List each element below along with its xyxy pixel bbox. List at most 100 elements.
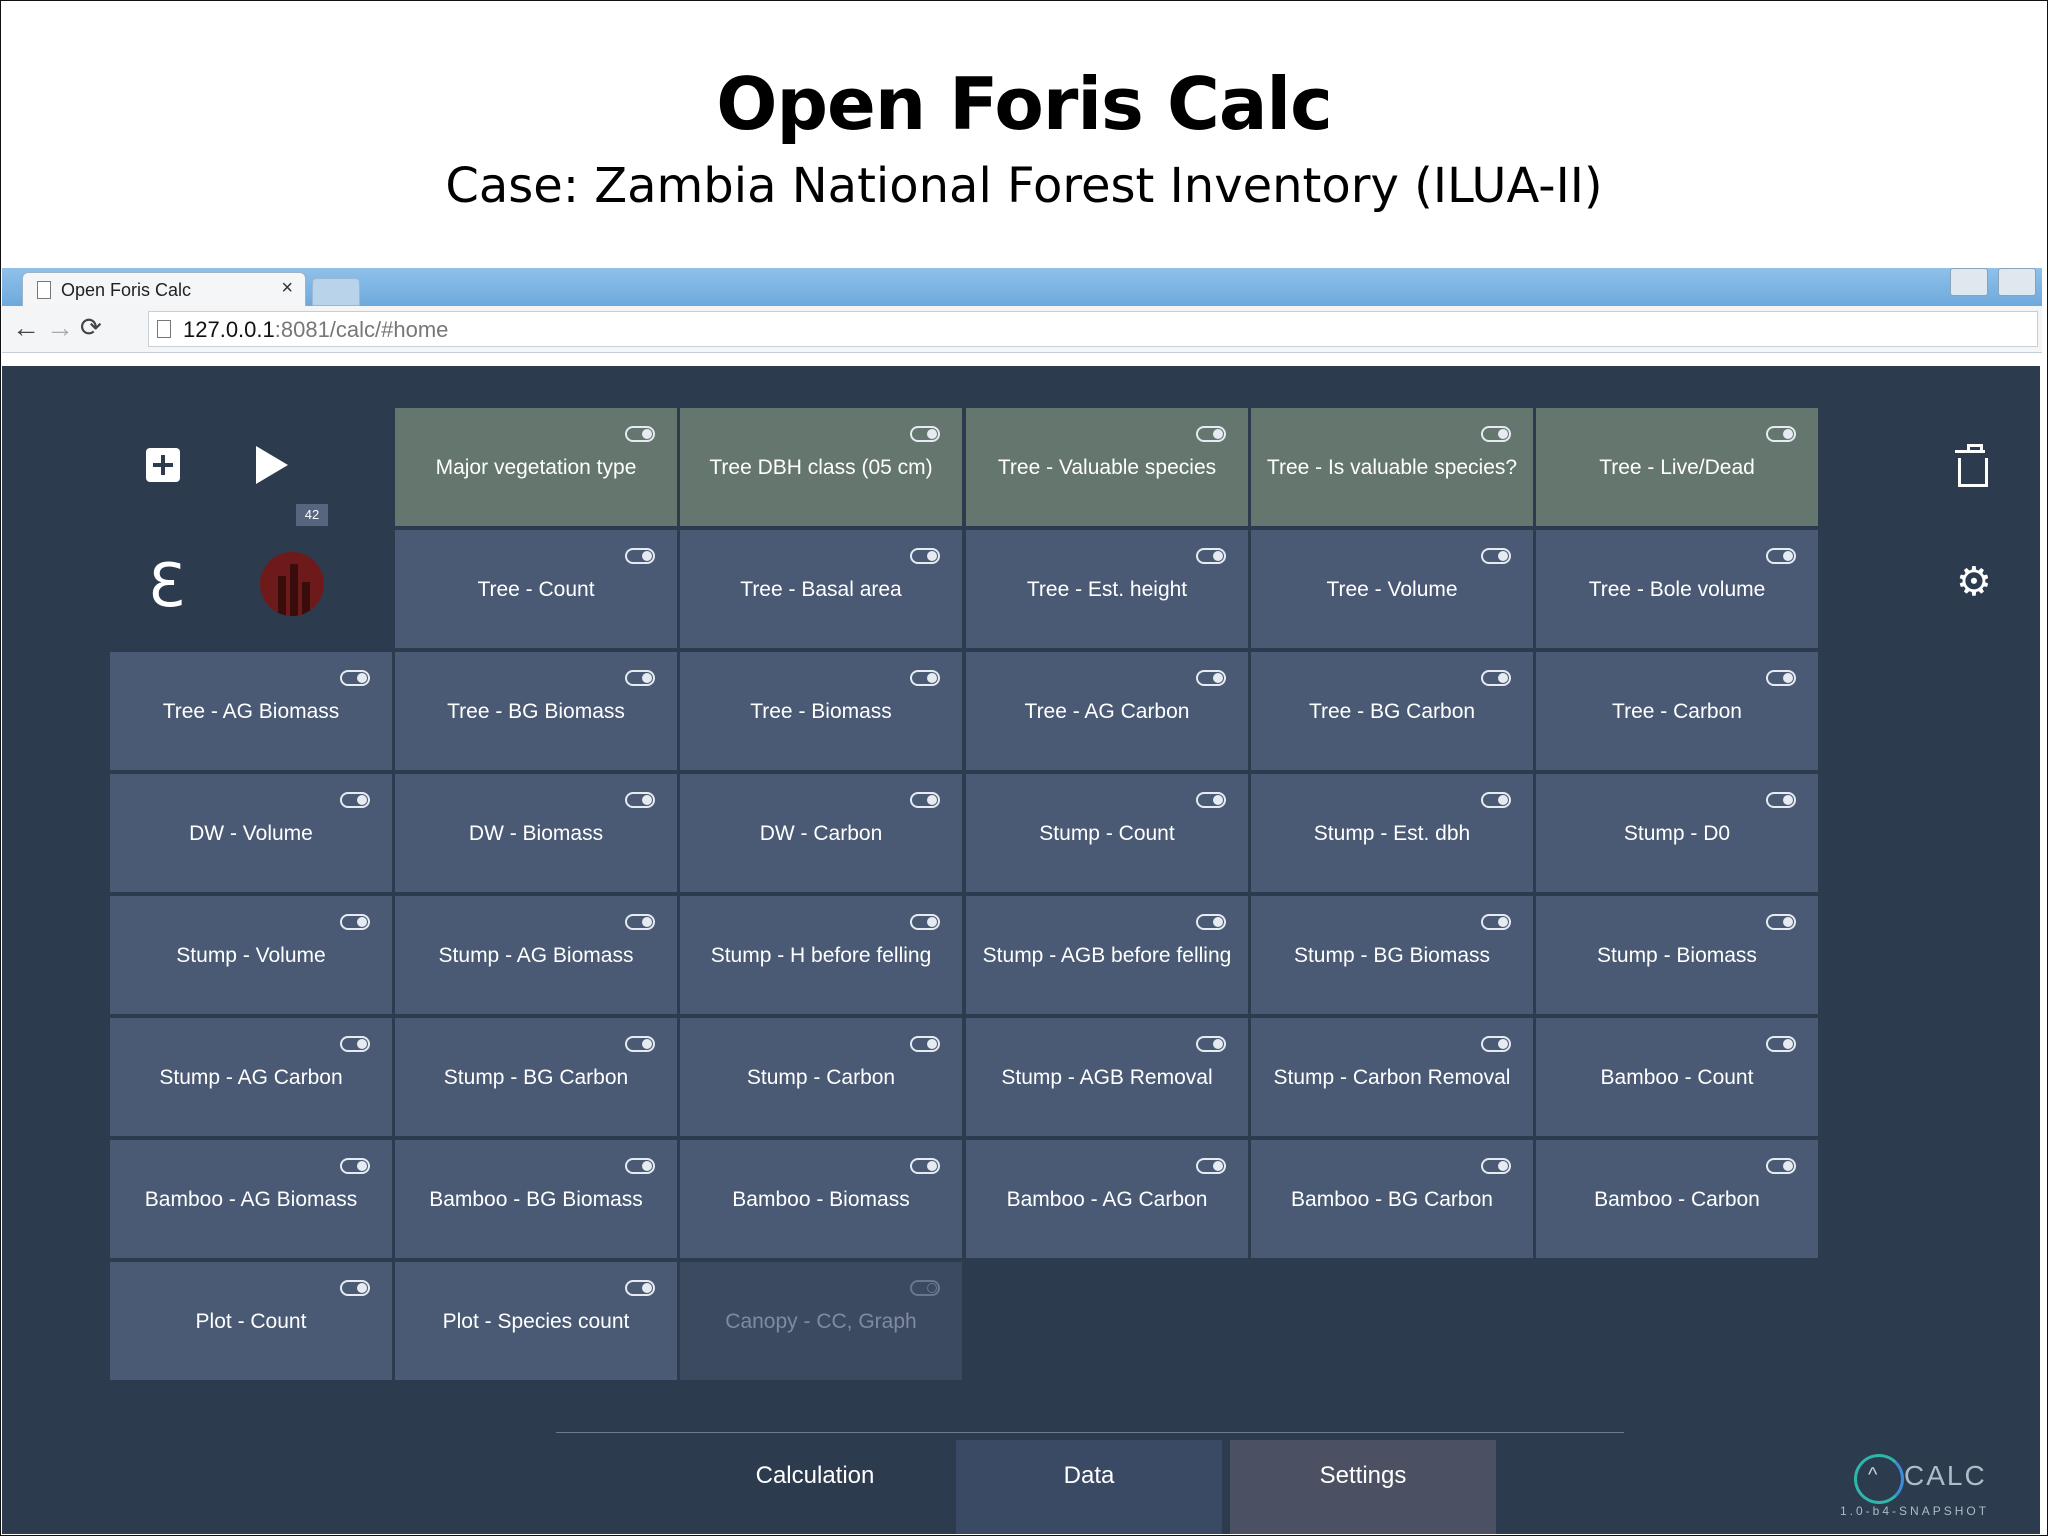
module-tile[interactable]: Bamboo - Count [1536, 1018, 1818, 1136]
toggle-icon[interactable] [1481, 1036, 1511, 1052]
module-tile[interactable]: Tree - AG Biomass [110, 652, 392, 770]
module-tile[interactable]: Stump - Count [966, 774, 1248, 892]
tab-data[interactable]: Data [956, 1440, 1222, 1534]
module-tile[interactable]: Bamboo - Biomass [680, 1140, 962, 1258]
module-tile[interactable]: Tree - Biomass [680, 652, 962, 770]
plus-icon[interactable] [146, 448, 180, 482]
new-tab-button[interactable] [312, 278, 360, 306]
toggle-icon[interactable] [625, 792, 655, 808]
module-tile[interactable]: Stump - AGB Removal [966, 1018, 1248, 1136]
module-tile[interactable]: Canopy - CC, Graph [680, 1262, 962, 1380]
module-tile[interactable]: Tree - BG Carbon [1251, 652, 1533, 770]
module-tile[interactable]: Stump - AGB before felling [966, 896, 1248, 1014]
tab-calculation[interactable]: Calculation [682, 1440, 948, 1534]
toggle-icon[interactable] [340, 792, 370, 808]
module-tile[interactable]: Bamboo - BG Carbon [1251, 1140, 1533, 1258]
toggle-icon[interactable] [625, 914, 655, 930]
reload-icon[interactable]: ⟳ [80, 312, 102, 343]
toggle-icon[interactable] [1481, 426, 1511, 442]
toggle-icon[interactable] [625, 426, 655, 442]
toggle-icon[interactable] [910, 548, 940, 564]
module-tile[interactable]: Plot - Species count [395, 1262, 677, 1380]
toggle-icon[interactable] [1766, 792, 1796, 808]
module-tile[interactable]: Stump - Carbon [680, 1018, 962, 1136]
toggle-icon[interactable] [1481, 548, 1511, 564]
toggle-icon[interactable] [340, 670, 370, 686]
toggle-icon[interactable] [625, 1280, 655, 1296]
back-icon[interactable]: ← [12, 312, 40, 344]
toggle-icon[interactable] [1196, 914, 1226, 930]
toggle-icon[interactable] [1196, 1158, 1226, 1174]
module-tile[interactable]: Stump - AG Carbon [110, 1018, 392, 1136]
toggle-icon[interactable] [910, 914, 940, 930]
toggle-icon[interactable] [1196, 426, 1226, 442]
module-tile[interactable]: Tree - Bole volume [1536, 530, 1818, 648]
toggle-icon[interactable] [625, 1158, 655, 1174]
module-tile[interactable]: Stump - BG Biomass [1251, 896, 1533, 1014]
module-tile[interactable]: Plot - Count [110, 1262, 392, 1380]
toggle-icon[interactable] [1196, 670, 1226, 686]
module-tile[interactable]: Bamboo - AG Carbon [966, 1140, 1248, 1258]
module-tile[interactable]: Tree - Live/Dead [1536, 408, 1818, 526]
toggle-icon[interactable] [340, 1280, 370, 1296]
toggle-icon[interactable] [625, 548, 655, 564]
epsilon-icon[interactable]: ℇ [148, 556, 185, 616]
toggle-icon[interactable] [625, 1036, 655, 1052]
toggle-icon[interactable] [340, 1036, 370, 1052]
address-bar[interactable]: 127.0.0.1:8081/calc/#home [148, 311, 2038, 347]
module-tile[interactable]: Tree - Est. height [966, 530, 1248, 648]
toggle-icon[interactable] [1766, 670, 1796, 686]
module-tile[interactable]: Stump - H before felling [680, 896, 962, 1014]
module-tile[interactable]: Stump - BG Carbon [395, 1018, 677, 1136]
module-tile[interactable]: Tree - Is valuable species? [1251, 408, 1533, 526]
module-tile[interactable]: Tree - BG Biomass [395, 652, 677, 770]
module-tile[interactable]: Tree - Carbon [1536, 652, 1818, 770]
forward-icon[interactable]: → [46, 312, 74, 344]
gear-icon[interactable]: ⚙ [1956, 562, 1992, 602]
toggle-icon[interactable] [1766, 1036, 1796, 1052]
module-tile[interactable]: Stump - Est. dbh [1251, 774, 1533, 892]
module-tile[interactable]: Tree DBH class (05 cm) [680, 408, 962, 526]
module-tile[interactable]: Stump - AG Biomass [395, 896, 677, 1014]
toggle-icon[interactable] [1766, 914, 1796, 930]
toggle-icon[interactable] [1481, 1158, 1511, 1174]
profile-button[interactable] [1949, 268, 1988, 296]
module-tile[interactable]: Tree - Count [395, 530, 677, 648]
module-tile[interactable]: Bamboo - BG Biomass [395, 1140, 677, 1258]
toggle-icon[interactable] [1196, 792, 1226, 808]
module-tile[interactable]: Tree - Volume [1251, 530, 1533, 648]
module-tile[interactable]: Tree - Basal area [680, 530, 962, 648]
trash-icon[interactable] [1955, 444, 1988, 487]
toggle-icon[interactable] [1481, 670, 1511, 686]
toggle-icon[interactable] [910, 1158, 940, 1174]
toggle-icon[interactable] [1766, 548, 1796, 564]
module-tile[interactable]: Bamboo - AG Biomass [110, 1140, 392, 1258]
toggle-icon[interactable] [910, 1036, 940, 1052]
logo-icon[interactable] [260, 552, 324, 616]
module-tile[interactable]: DW - Biomass [395, 774, 677, 892]
tab-settings[interactable]: Settings [1230, 1440, 1496, 1534]
module-tile[interactable]: Stump - Biomass [1536, 896, 1818, 1014]
toggle-icon[interactable] [340, 914, 370, 930]
toggle-icon[interactable] [910, 1280, 940, 1296]
toggle-icon[interactable] [1196, 548, 1226, 564]
toggle-icon[interactable] [910, 792, 940, 808]
toggle-icon[interactable] [1766, 426, 1796, 442]
module-tile[interactable]: Tree - AG Carbon [966, 652, 1248, 770]
module-tile[interactable]: Stump - Volume [110, 896, 392, 1014]
toggle-icon[interactable] [910, 426, 940, 442]
module-tile[interactable]: Stump - Carbon Removal [1251, 1018, 1533, 1136]
toggle-icon[interactable] [1481, 914, 1511, 930]
module-tile[interactable]: DW - Carbon [680, 774, 962, 892]
toggle-icon[interactable] [625, 670, 655, 686]
module-tile[interactable]: Tree - Valuable species [966, 408, 1248, 526]
module-tile[interactable]: Bamboo - Carbon [1536, 1140, 1818, 1258]
minimize-button[interactable] [1998, 268, 2036, 296]
play-icon[interactable] [256, 446, 288, 484]
close-icon[interactable]: × [281, 277, 293, 300]
toggle-icon[interactable] [1196, 1036, 1226, 1052]
toggle-icon[interactable] [1481, 792, 1511, 808]
toggle-icon[interactable] [340, 1158, 370, 1174]
module-tile[interactable]: Stump - D0 [1536, 774, 1818, 892]
module-tile[interactable]: DW - Volume [110, 774, 392, 892]
